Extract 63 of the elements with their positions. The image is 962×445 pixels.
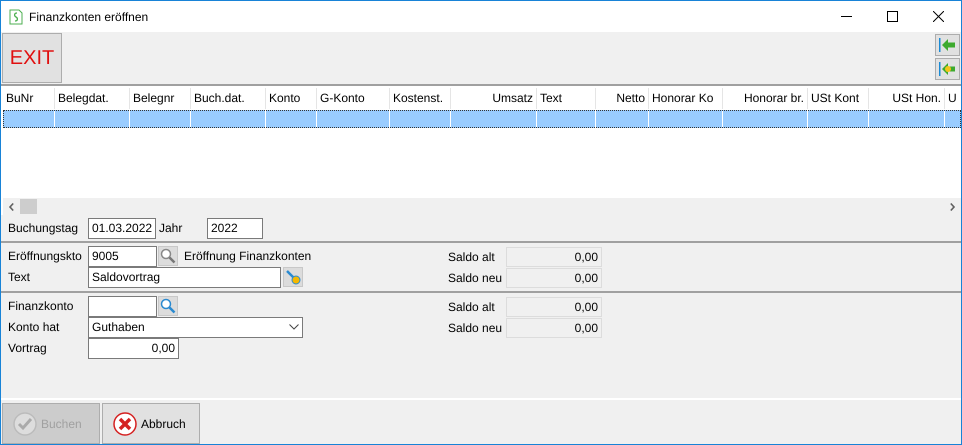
field-label: Vortrag xyxy=(8,341,48,355)
column-header[interactable]: Text xyxy=(537,88,596,109)
column-header[interactable]: G-Konto xyxy=(317,88,390,109)
field-label: Finanzkonto xyxy=(8,299,74,313)
column-header[interactable]: Honorar br. xyxy=(723,88,808,109)
column-header[interactable]: Netto xyxy=(596,88,649,109)
balance-field: 0,00 xyxy=(506,318,602,338)
arrow-left-icon xyxy=(939,37,956,53)
scrollbar-thumb[interactable] xyxy=(20,199,37,214)
column-header[interactable]: BuNr xyxy=(3,88,55,109)
text-field[interactable]: Saldovortrag xyxy=(88,266,281,288)
window-title: Finanzkonten eröffnen xyxy=(29,10,150,24)
chevron-down-icon xyxy=(289,324,299,330)
arrow-left-icon xyxy=(939,61,956,77)
close-icon xyxy=(113,412,137,436)
back-button[interactable] xyxy=(935,58,960,80)
column-header[interactable]: Umsatz xyxy=(451,88,537,109)
balance-label: Saldo neu xyxy=(448,271,504,285)
field-label: Eröffnungskto xyxy=(8,249,83,263)
key-icon xyxy=(285,269,301,285)
carry-field[interactable]: 0,00 xyxy=(88,338,179,358)
balance-label: Saldo neu xyxy=(448,321,504,335)
key-button[interactable] xyxy=(283,267,303,287)
balance-label: Saldo alt xyxy=(448,300,496,314)
horizontal-scrollbar[interactable] xyxy=(3,198,961,215)
balance-field: 0,00 xyxy=(506,247,602,267)
scroll-right-icon xyxy=(950,202,955,210)
account-name: Eröffnung Finanzkonten xyxy=(184,249,312,263)
first-record-button[interactable] xyxy=(935,34,960,56)
balance-field: 0,00 xyxy=(506,268,602,288)
column-header[interactable]: Belegnr xyxy=(130,88,191,109)
exit-button[interactable]: EXIT xyxy=(2,33,62,83)
field-label: Text xyxy=(8,270,32,284)
balance-field: 0,00 xyxy=(506,297,602,317)
column-header[interactable]: U xyxy=(945,88,961,109)
search-icon xyxy=(160,298,176,314)
app-icon xyxy=(9,8,23,24)
column-header[interactable]: Honorar Ko xyxy=(649,88,723,109)
column-header[interactable]: Konto xyxy=(266,88,317,109)
account-field[interactable] xyxy=(88,296,157,316)
search-button[interactable] xyxy=(158,296,178,316)
scroll-left-icon xyxy=(9,202,14,210)
date-field[interactable]: 01.03.2022 xyxy=(88,218,156,238)
search-button[interactable] xyxy=(158,246,178,266)
column-header[interactable]: Belegdat. xyxy=(55,88,130,109)
column-header[interactable]: USt Hon. xyxy=(869,88,945,109)
check-icon xyxy=(13,412,37,436)
column-header[interactable]: Kostenst. xyxy=(390,88,451,109)
balance-label: Saldo alt xyxy=(448,250,496,264)
field-label: Jahr xyxy=(159,221,184,235)
cancel-button[interactable]: Abbruch xyxy=(102,403,200,444)
close-icon xyxy=(932,11,944,22)
field-label: Konto hat xyxy=(8,320,60,334)
column-header[interactable]: Buch.dat. xyxy=(191,88,266,109)
account-field[interactable]: 9005 xyxy=(88,246,157,266)
table-row[interactable] xyxy=(3,110,961,128)
maximize-icon xyxy=(886,11,898,22)
year-field[interactable]: 2022 xyxy=(207,218,263,238)
balance-type-dropdown[interactable]: Guthaben xyxy=(88,316,303,338)
minimize-icon xyxy=(840,16,852,17)
field-label: Buchungstag xyxy=(8,221,80,235)
search-icon xyxy=(160,248,176,264)
column-header[interactable]: USt Kont xyxy=(808,88,869,109)
